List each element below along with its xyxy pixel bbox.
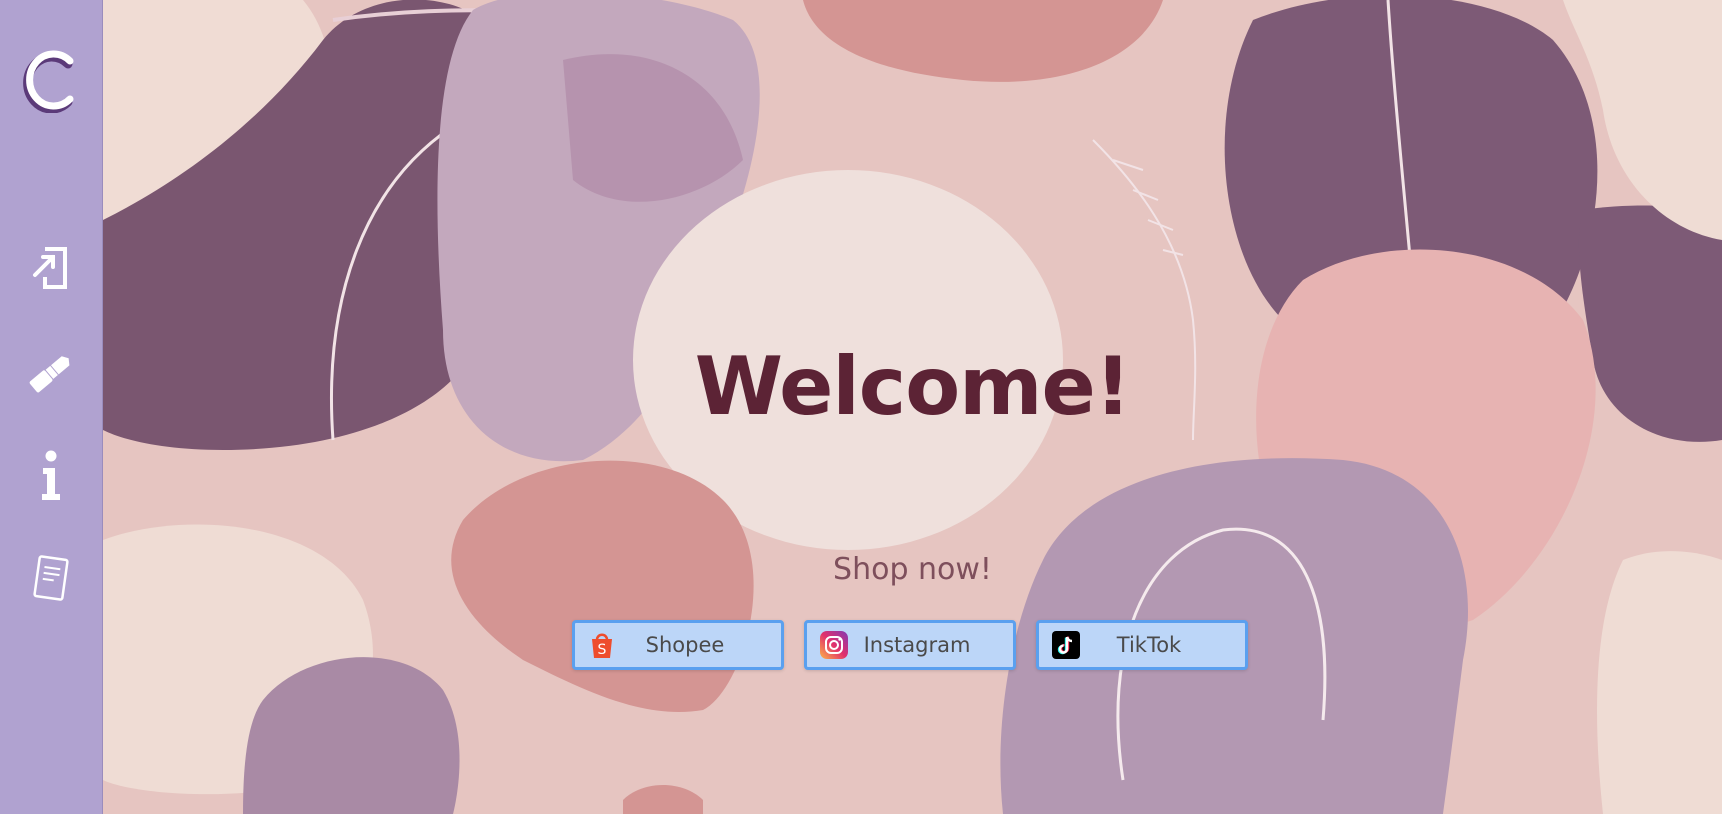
shop-now-subtitle: Shop now! [833,552,992,587]
shopee-icon: S [592,633,612,658]
lipstick-icon [29,356,70,393]
logo-icon [23,50,74,113]
page-title: Welcome! [694,340,1132,433]
main-content: Welcome! Shop now! S Shopee Instagram Ti… [103,0,1722,814]
tiktok-icon [1052,631,1080,659]
sidebar-item-login[interactable] [0,240,102,296]
shopee-label: Shopee [645,633,725,657]
logo[interactable] [0,40,102,120]
sidebar-item-products[interactable] [0,345,102,401]
info-icon [42,450,60,500]
instagram-label: Instagram [863,633,971,657]
sidebar-item-info[interactable] [0,448,102,504]
svg-text:S: S [598,642,607,658]
instagram-icon [820,631,848,659]
login-icon [33,247,67,289]
tiktok-label: TikTok [1116,633,1182,657]
sidebar [0,0,103,814]
shopee-button[interactable]: S Shopee [572,620,784,670]
document-icon [33,555,69,601]
instagram-button[interactable]: Instagram [804,620,1016,670]
tiktok-button[interactable]: TikTok [1036,620,1248,670]
sidebar-item-document[interactable] [0,550,102,606]
